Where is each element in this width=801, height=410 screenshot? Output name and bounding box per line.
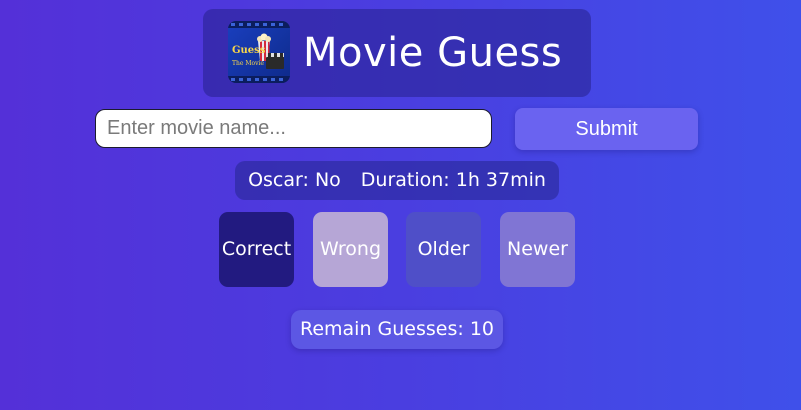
movie-logo-icon: Guess The Movie: [228, 21, 290, 83]
logo-graphic: Guess The Movie: [228, 21, 290, 83]
submit-button[interactable]: Submit: [515, 108, 698, 150]
hints-panel: Oscar: No Duration: 1h 37min: [235, 161, 559, 200]
duration-hint: Duration: 1h 37min: [360, 169, 546, 191]
app-title: Movie Guess: [303, 30, 563, 76]
logo-text-line2: The Movie: [232, 60, 264, 67]
legend-wrong: Wrong: [313, 212, 388, 287]
app-header: Guess The Movie Movie Guess: [203, 9, 591, 97]
legend-correct: Correct: [219, 212, 294, 287]
logo-text-line1: Guess: [232, 45, 266, 56]
oscar-hint: Oscar: No: [248, 169, 341, 191]
movie-name-input[interactable]: [95, 109, 492, 148]
legend-older: Older: [406, 212, 481, 287]
legend-newer: Newer: [500, 212, 575, 287]
remaining-guesses-badge: Remain Guesses: 10: [291, 310, 503, 349]
